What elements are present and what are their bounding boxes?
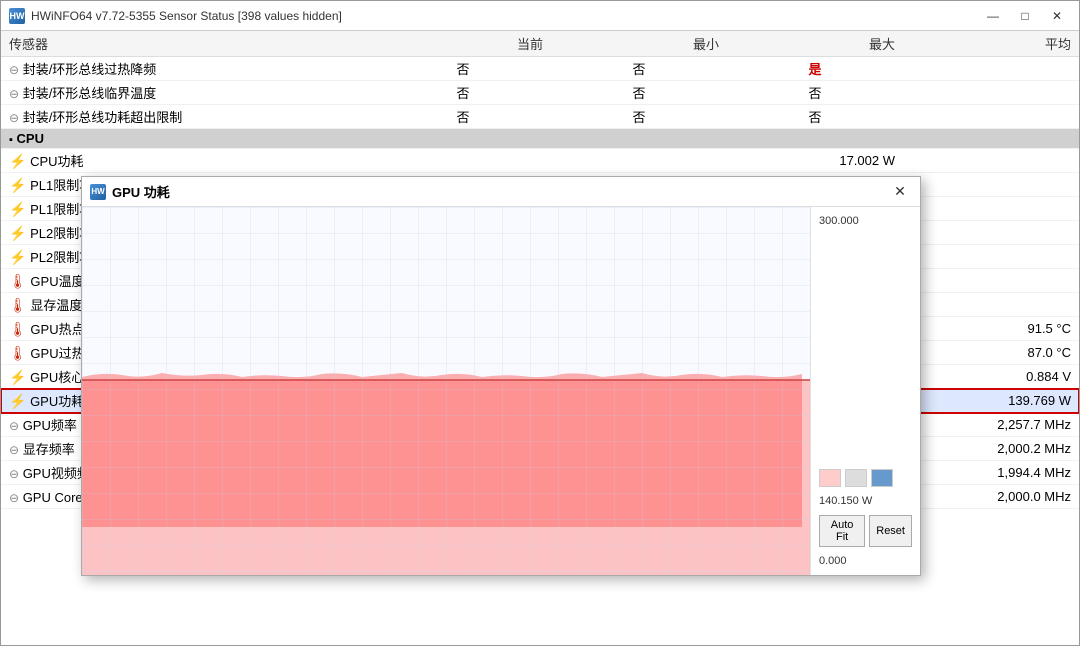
table-row: ⊖ 封装/环形总线临界温度 否 否 否 [1,81,1079,105]
window-title: HWiNFO64 v7.72-5355 Sensor Status [398 v… [31,9,342,23]
circle-icon: ⊖ [9,63,19,77]
minimize-button[interactable]: — [979,6,1007,26]
col-min: 最小 [551,31,727,57]
lightning-icon: ⚡ [9,369,26,385]
popup-body: 300.000 140.150 W Auto Fit Reset 0.000 [82,207,920,575]
main-window: HW HWiNFO64 v7.72-5355 Sensor Status [39… [0,0,1080,646]
title-bar: HW HWiNFO64 v7.72-5355 Sensor Status [39… [1,1,1079,31]
maximize-button[interactable]: □ [1011,6,1039,26]
thermo-icon: 🌡 [9,345,27,361]
lightning-icon: ⚡ [9,249,26,265]
circle-icon: ⊖ [9,419,19,433]
col-avg: 平均 [903,31,1079,57]
popup-close-button[interactable]: ✕ [888,182,912,202]
close-button[interactable]: ✕ [1043,6,1071,26]
title-controls: — □ ✕ [979,6,1071,26]
lightning-icon: ⚡ [9,201,26,217]
chart-area [82,207,810,575]
color-boxes [819,469,912,487]
chart-sidebar: 300.000 140.150 W Auto Fit Reset 0.000 [810,207,920,575]
table-row: ⊖ 封装/环形总线功耗超出限制 否 否 否 [1,105,1079,129]
chart-max-label: 300.000 [819,215,912,227]
chart-mid-label: 140.150 W [819,495,912,507]
app-icon: HW [9,8,25,24]
lightning-icon: ⚡ [9,177,26,193]
cpu-group-label: ▪ CPU [1,129,1079,149]
chart-min-label: 0.000 [819,555,912,567]
col-current: 当前 [375,31,551,57]
content-area: 传感器 当前 最小 最大 平均 ⊖ 封装/环形总线过热降频 否 否 是 ⊖ 封装 [1,31,1079,645]
color-box-2[interactable] [845,469,867,487]
circle-icon: ⊖ [9,87,19,101]
circle-icon: ⊖ [9,111,19,125]
color-box-3[interactable] [871,469,893,487]
popup-title-bar: HW GPU 功耗 ✕ [82,177,920,207]
sidebar-buttons: Auto Fit Reset [819,515,912,547]
auto-fit-button[interactable]: Auto Fit [819,515,865,547]
popup-app-icon: HW [90,184,106,200]
table-row: ⊖ 封装/环形总线过热降频 否 否 是 [1,57,1079,81]
gpu-chart-popup: HW GPU 功耗 ✕ [81,176,921,576]
chart-svg [82,207,810,575]
lightning-icon: ⚡ [9,225,26,241]
lightning-icon: ⚡ [9,393,26,409]
popup-title-text: GPU 功耗 [112,182,170,201]
title-bar-left: HW HWiNFO64 v7.72-5355 Sensor Status [39… [9,8,342,24]
table-header: 传感器 当前 最小 最大 平均 [1,31,1079,57]
thermo-icon: 🌡 [9,297,27,313]
thermo-icon: 🌡 [9,273,27,289]
thermo-icon: 🌡 [9,321,27,337]
table-row: ⚡ CPU功耗 17.002 W [1,149,1079,173]
reset-button[interactable]: Reset [869,515,912,547]
circle-icon: ⊖ [9,443,19,457]
chart-spacer [819,235,912,457]
cpu-group-header: ▪ CPU [1,129,1079,149]
color-box-1[interactable] [819,469,841,487]
circle-icon: ⊖ [9,491,19,505]
popup-title-left: HW GPU 功耗 [90,182,170,201]
col-sensor: 传感器 [1,31,375,57]
col-max: 最大 [727,31,903,57]
circle-icon: ⊖ [9,467,19,481]
lightning-icon: ⚡ [9,153,26,169]
